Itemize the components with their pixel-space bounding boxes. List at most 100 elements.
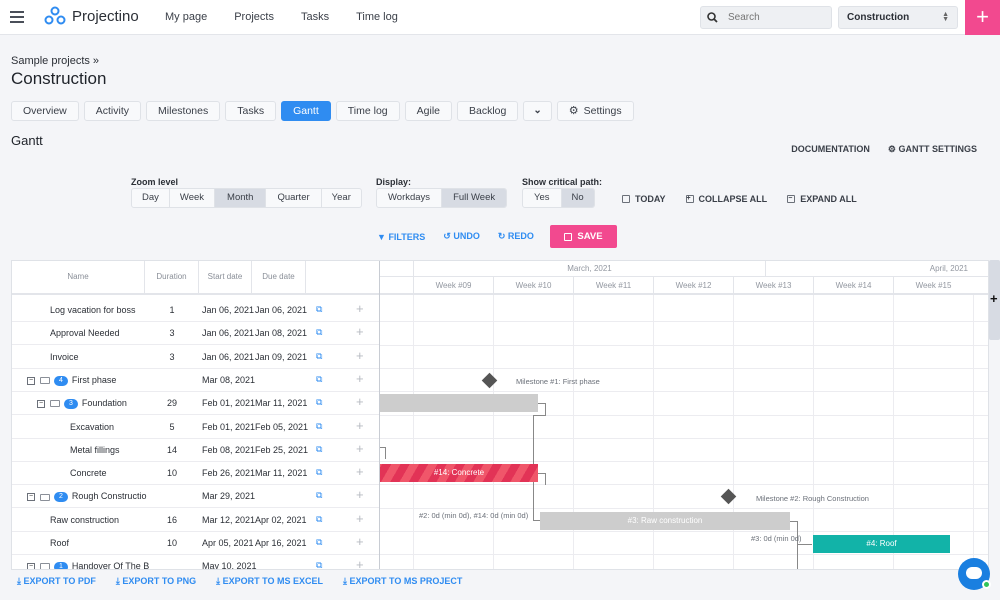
gantt-settings-link[interactable]: ⚙ GANTT SETTINGS	[888, 144, 977, 155]
add-column-icon[interactable]: +	[990, 291, 998, 306]
filters-button[interactable]: ▼ FILTERS	[377, 232, 425, 242]
col-due-header[interactable]: Due date	[252, 261, 306, 293]
open-task-icon[interactable]: ⧉	[316, 490, 325, 500]
add-subtask-icon[interactable]: +	[356, 348, 364, 363]
tab-tasks[interactable]: Tasks	[225, 101, 277, 121]
table-row[interactable]: Concrete 10 Feb 26, 2021 Mar 11, 2021 ⧉ +	[12, 462, 379, 486]
nav-my-page[interactable]: My page	[165, 11, 207, 23]
nav-projects[interactable]: Projects	[234, 11, 274, 23]
milestone-diamond[interactable]	[481, 372, 498, 389]
zoom-day[interactable]: Day	[132, 189, 170, 207]
add-subtask-icon[interactable]: +	[356, 301, 364, 316]
collapse-toggle-icon[interactable]: −	[27, 376, 35, 385]
col-name-header[interactable]: Name	[12, 261, 145, 293]
tab-milestones[interactable]: Milestones	[146, 101, 221, 121]
table-row[interactable]: − 2 Rough Constructio Mar 29, 2021 ⧉ +	[12, 485, 379, 509]
open-task-icon[interactable]: ⧉	[316, 327, 325, 337]
add-new-button[interactable]: +	[965, 0, 1000, 35]
export-png-link[interactable]: ⤓ EXPORT TO PNG	[116, 576, 196, 587]
export-pdf-link[interactable]: ⤓ EXPORT TO PDF	[17, 576, 96, 587]
breadcrumb[interactable]: Sample projects »	[11, 55, 99, 67]
tab-settings[interactable]: ⚙ Settings	[556, 101, 634, 121]
add-subtask-icon[interactable]: +	[356, 418, 364, 433]
today-button[interactable]: TODAY	[622, 194, 666, 204]
tab-overview[interactable]: Overview	[11, 101, 79, 121]
task-name[interactable]: Metal fillings	[70, 445, 120, 455]
tab-gantt[interactable]: Gantt	[281, 101, 331, 121]
add-subtask-icon[interactable]: +	[356, 464, 364, 479]
table-row[interactable]: − 4 First phase Mar 08, 2021 ⧉ +	[12, 369, 379, 392]
expand-all-button[interactable]: − EXPAND ALL	[787, 194, 857, 204]
documentation-link[interactable]: DOCUMENTATION	[791, 144, 870, 155]
zoom-quarter[interactable]: Quarter	[266, 189, 322, 207]
add-subtask-icon[interactable]: +	[356, 511, 364, 526]
redo-button[interactable]: ↻ REDO	[498, 231, 534, 242]
open-task-icon[interactable]: ⧉	[316, 304, 325, 314]
collapse-toggle-icon[interactable]: −	[27, 493, 35, 502]
nav-tasks[interactable]: Tasks	[301, 11, 329, 23]
critical-yes[interactable]: Yes	[523, 189, 562, 207]
collapse-toggle-icon[interactable]: −	[37, 399, 45, 408]
open-task-icon[interactable]: ⧉	[316, 537, 325, 547]
table-row[interactable]: Metal fillings 14 Feb 08, 2021 Feb 25, 2021…	[12, 439, 379, 462]
table-row[interactable]: − 1 Handover Of The B May 10, 2021 ⧉ +	[12, 555, 379, 569]
logo[interactable]: Projectino	[44, 6, 139, 26]
export-msproject-link[interactable]: ⤓ EXPORT TO MS PROJECT	[343, 576, 462, 587]
menu-icon[interactable]	[10, 11, 24, 23]
table-row[interactable]: Roof 10 Apr 05, 2021 Apr 16, 2021 ⧉ +	[12, 532, 379, 555]
open-task-icon[interactable]: ⧉	[316, 374, 325, 384]
collapse-all-button[interactable]: + COLLAPSE ALL	[685, 194, 767, 204]
add-subtask-icon[interactable]: +	[356, 557, 364, 569]
task-name[interactable]: Foundation	[82, 398, 127, 408]
open-task-icon[interactable]: ⧉	[316, 421, 325, 431]
open-task-icon[interactable]: ⧉	[316, 444, 325, 454]
critical-no[interactable]: No	[561, 189, 594, 207]
tab-more[interactable]: ⌄	[523, 101, 552, 121]
add-subtask-icon[interactable]: +	[356, 534, 364, 549]
tab-time-log[interactable]: Time log	[335, 101, 400, 121]
add-subtask-icon[interactable]: +	[356, 487, 364, 502]
collapse-toggle-icon[interactable]: −	[27, 562, 35, 569]
open-task-icon[interactable]: ⧉	[316, 467, 325, 477]
table-row[interactable]: Raw construction 16 Mar 12, 2021 Apr 02, 20…	[12, 509, 379, 532]
open-task-icon[interactable]: ⧉	[316, 560, 325, 569]
add-subtask-icon[interactable]: +	[356, 324, 364, 339]
zoom-week[interactable]: Week	[170, 189, 216, 207]
task-bar-concrete[interactable]: #14: Concrete	[380, 464, 538, 482]
undo-button[interactable]: ↺ UNDO	[443, 231, 480, 242]
open-task-icon[interactable]: ⧉	[316, 514, 325, 524]
task-name[interactable]: Rough Constructio	[72, 491, 147, 501]
task-bar-foundation[interactable]	[380, 394, 538, 412]
display-workdays[interactable]: Workdays	[377, 189, 443, 207]
task-bar-raw-construction[interactable]: #3: Raw construction	[540, 512, 790, 530]
export-excel-link[interactable]: ⤓ EXPORT TO MS EXCEL	[216, 576, 323, 587]
task-name[interactable]: Roof	[50, 538, 69, 548]
table-row[interactable]: − 3 Foundation 29 Feb 01, 2021 Mar 11, 2021 ⧉ +	[12, 392, 379, 416]
task-bar-roof[interactable]: #4: Roof	[813, 535, 950, 553]
table-row[interactable]: Approval Needed 3 Jan 06, 2021 Jan 08, 2021…	[12, 322, 379, 346]
task-name[interactable]: First phase	[72, 375, 117, 385]
task-name[interactable]: Handover Of The B	[72, 561, 149, 569]
chat-button[interactable]	[958, 558, 991, 590]
add-subtask-icon[interactable]: +	[356, 441, 364, 456]
col-duration-header[interactable]: Duration	[145, 261, 199, 293]
task-name[interactable]: Excavation	[70, 422, 114, 432]
task-name[interactable]: Invoice	[50, 352, 79, 362]
zoom-month[interactable]: Month	[215, 189, 267, 207]
open-task-icon[interactable]: ⧉	[316, 351, 325, 361]
table-row[interactable]: Log vacation for boss 1 Jan 06, 2021 Jan 06…	[12, 299, 379, 322]
tab-agile[interactable]: Agile	[404, 101, 452, 121]
add-subtask-icon[interactable]: +	[356, 394, 364, 409]
zoom-year[interactable]: Year	[322, 189, 361, 207]
search-input[interactable]	[728, 12, 818, 23]
display-full-week[interactable]: Full Week	[442, 189, 507, 207]
task-name[interactable]: Concrete	[70, 468, 107, 478]
save-button[interactable]: SAVE	[550, 225, 617, 248]
task-name[interactable]: Approval Needed	[50, 328, 120, 338]
tab-activity[interactable]: Activity	[83, 101, 142, 121]
table-row[interactable]: Excavation 5 Feb 01, 2021 Feb 05, 2021 ⧉ +	[12, 416, 379, 439]
col-start-header[interactable]: Start date	[199, 261, 252, 293]
task-name[interactable]: Raw construction	[50, 515, 119, 525]
project-select[interactable]: Construction ▲ ▼	[838, 6, 958, 29]
add-subtask-icon[interactable]: +	[356, 371, 364, 386]
